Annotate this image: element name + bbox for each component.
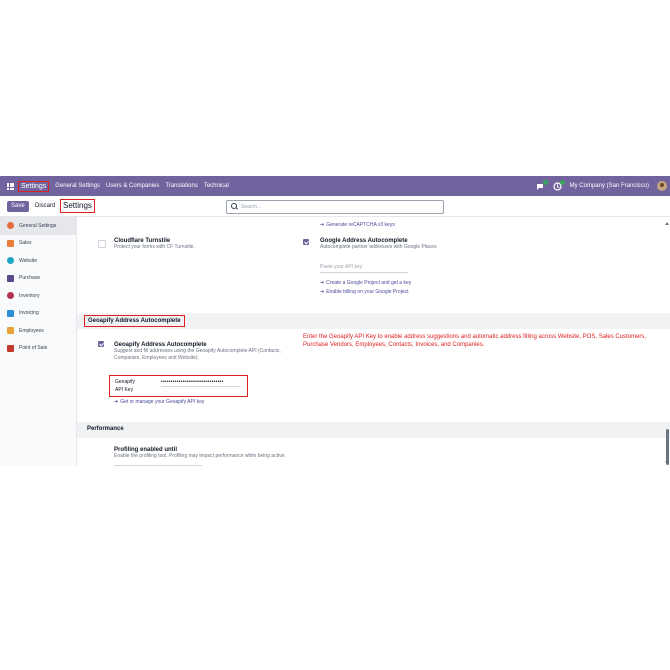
google-desc: Autocomplete partner addresses with Goog…: [320, 244, 437, 250]
point-of-sale-icon: [7, 344, 14, 352]
search-input[interactable]: Search...: [226, 200, 444, 214]
scroll-down-arrow-icon[interactable]: [665, 461, 669, 464]
general-settings-icon: [7, 222, 14, 230]
sidebar-item-invoicing[interactable]: Invoicing: [0, 305, 76, 323]
invoicing-icon: [7, 309, 14, 317]
app-window: Settings General Settings Users & Compan…: [0, 176, 670, 466]
settings-content: ➔ Generate reCAPTCHA v3 keys Cloudflare T…: [77, 217, 670, 466]
google-setting: Google Address Autocomplete Autocomplete…: [320, 238, 436, 251]
google-autocomplete-checkbox[interactable]: [303, 239, 309, 245]
chat-icon[interactable]: [536, 179, 548, 191]
performance-section-header: Performance: [77, 422, 670, 438]
geoapify-desc: Suggest and fill addresses using the Geo…: [114, 348, 281, 361]
app-brand[interactable]: Settings: [18, 180, 50, 192]
control-panel: Save Discard Settings Search...: [0, 196, 670, 217]
sidebar-item-label: General Settings: [19, 222, 57, 229]
profiling-setting: Profiling enabled until Enable the profi…: [114, 447, 294, 460]
settings-sidebar: General Settings Sales Website Purchase …: [0, 217, 77, 466]
cloudflare-setting: Cloudflare Turnstile Protect your forms …: [114, 238, 195, 251]
scroll-up-arrow-icon[interactable]: [665, 222, 669, 225]
sales-icon: [7, 239, 14, 247]
sidebar-item-label: Invoicing: [19, 310, 39, 317]
user-avatar[interactable]: [657, 181, 667, 191]
geoapify-api-key-label: Geoapify API Key: [115, 378, 135, 394]
top-navbar: Settings General Settings Users & Compan…: [0, 176, 670, 196]
geoapify-section-title: Geoapify Address Autocomplete: [84, 315, 185, 327]
geoapify-checkbox[interactable]: [98, 341, 104, 347]
inventory-icon: [7, 292, 14, 300]
sidebar-item-sales[interactable]: Sales: [0, 235, 76, 253]
sidebar-item-label: Point of Sale: [19, 345, 48, 352]
sidebar-item-point-of-sale[interactable]: Point of Sale: [0, 340, 76, 358]
activity-clock-icon[interactable]: [553, 179, 565, 191]
sidebar-item-employees[interactable]: Employees: [0, 322, 76, 340]
geoapify-manage-link[interactable]: ➔ Get or manage your Geoapify API key: [114, 399, 204, 405]
sidebar-item-general-settings[interactable]: General Settings: [0, 217, 76, 235]
google-project-link[interactable]: ➔ Create a Google Project and get a key: [320, 280, 411, 286]
cloudflare-desc: Protect your forms with CF Turnstile.: [114, 244, 195, 250]
recaptcha-link-label: Generate reCAPTCHA v3 keys: [326, 222, 395, 228]
menu-translations[interactable]: Translations: [165, 183, 197, 189]
api-key-label-line1: Geoapify: [115, 379, 136, 385]
sidebar-item-label: Purchase: [19, 275, 41, 282]
search-icon: [231, 203, 237, 209]
cloudflare-checkbox[interactable]: [98, 240, 106, 248]
geoapify-manage-link-label: Get or manage your Geoapify API key: [120, 399, 205, 405]
apps-menu-icon[interactable]: [7, 182, 14, 190]
geoapify-api-key-input[interactable]: ••••••••••••••••••••••••••••••••: [161, 379, 241, 387]
google-project-link-label: Create a Google Project and get a key: [326, 280, 412, 286]
menu-technical[interactable]: Technical: [204, 183, 229, 189]
discard-button[interactable]: Discard: [33, 201, 57, 212]
annotation-note: Enter the Geoapify API Key to enable add…: [303, 334, 647, 348]
menu-users-companies[interactable]: Users & Companies: [106, 183, 159, 189]
recaptcha-link[interactable]: ➔ Generate reCAPTCHA v3 keys: [320, 222, 395, 228]
api-key-label-line2: API Key: [115, 387, 134, 393]
geoapify-section-header: Geoapify Address Autocomplete: [77, 313, 670, 329]
breadcrumb-title: Settings: [60, 199, 95, 213]
geoapify-setting: Geoapify Address Autocomplete Suggest an…: [114, 342, 294, 362]
company-switcher[interactable]: My Company (San Francisco): [570, 183, 649, 189]
google-api-key-input[interactable]: Paste your API key: [320, 263, 408, 273]
scrollbar-thumb[interactable]: [666, 429, 669, 465]
search-placeholder: Search...: [241, 204, 262, 210]
sidebar-item-label: Website: [19, 257, 37, 264]
menu-general-settings[interactable]: General Settings: [55, 183, 100, 189]
sidebar-item-website[interactable]: Website: [0, 252, 76, 270]
chat-badge-dot: [542, 179, 548, 185]
systray: My Company (San Francisco): [536, 176, 670, 196]
save-button[interactable]: Save: [7, 201, 29, 212]
profiling-desc: Enable the profiling tool. Profiling may…: [114, 453, 286, 459]
geoapify-api-key-field: Geoapify API Key •••••••••••••••••••••••…: [109, 375, 248, 397]
sidebar-item-label: Inventory: [19, 292, 40, 299]
sidebar-item-label: Sales: [19, 240, 32, 247]
activity-badge-dot: [559, 179, 565, 185]
sidebar-item-inventory[interactable]: Inventory: [0, 287, 76, 305]
employees-icon: [7, 327, 14, 335]
google-billing-link-label: Enable billing on your Google Project: [326, 289, 409, 295]
sidebar-item-purchase[interactable]: Purchase: [0, 270, 76, 288]
sidebar-item-label: Employees: [19, 327, 44, 334]
google-billing-link[interactable]: ➔ Enable billing on your Google Project: [320, 289, 408, 295]
profiling-date-input[interactable]: [114, 465, 202, 466]
purchase-icon: [7, 274, 14, 282]
performance-section-title: Performance: [87, 426, 124, 432]
website-icon: [7, 257, 14, 265]
